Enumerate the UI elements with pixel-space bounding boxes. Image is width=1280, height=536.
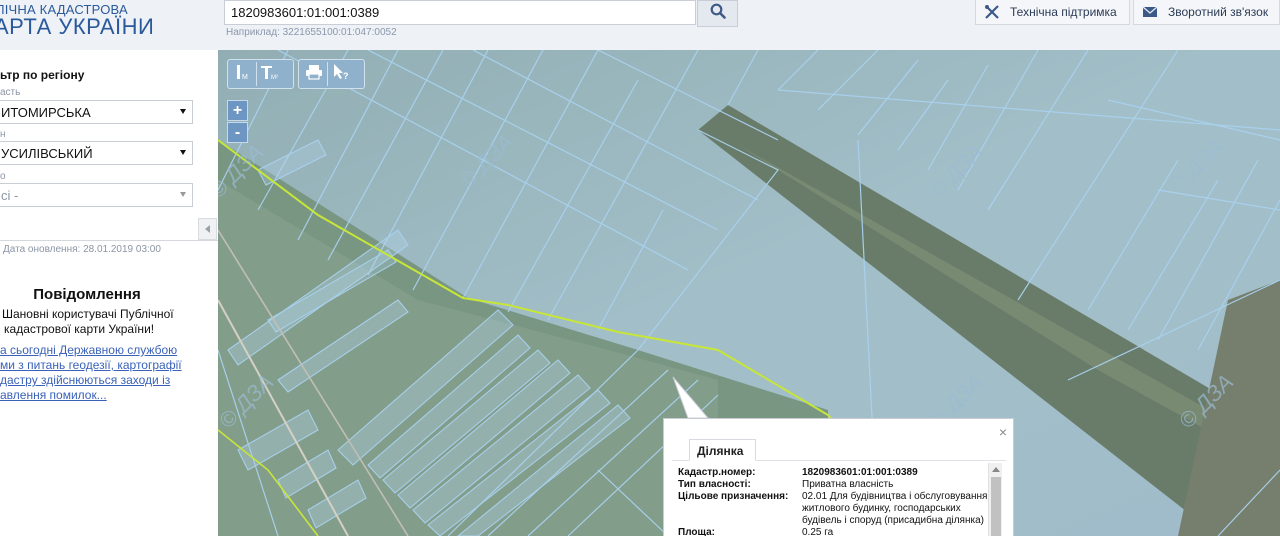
divider [0, 240, 218, 241]
rada-label: о [0, 171, 6, 182]
notice-title: Повідомлення [33, 286, 141, 303]
svg-text:M: M [242, 74, 248, 81]
detail-value: 02.01 Для будівництва і обслуговування ж… [802, 491, 988, 526]
notice-link-line: ми з питань геодезії, картографії [0, 358, 182, 372]
cadastral-search-input[interactable] [224, 0, 696, 25]
chevron-down-icon [180, 109, 186, 114]
tools-icon [984, 4, 1000, 20]
chevron-left-icon [204, 220, 211, 238]
tech-support-button[interactable]: Технічна підтримка [975, 0, 1130, 25]
tools-toolbar: ? [298, 59, 365, 89]
oblast-label: асть [0, 87, 21, 98]
search-icon [710, 3, 726, 24]
oblast-value: ИТОМИРСЬКА [1, 105, 91, 120]
detail-row: Площа: 0.25 га [678, 527, 994, 536]
print-button[interactable] [301, 62, 327, 86]
notice-text-line: кадастрової карти України! [4, 322, 155, 336]
detail-key: Площа: [678, 527, 715, 536]
collapse-sidebar-button[interactable] [198, 218, 217, 240]
detail-value: 0.25 га [802, 527, 834, 536]
detail-key: Цільове призначення: [678, 491, 789, 502]
identify-icon: ? [331, 63, 351, 86]
detail-row: Тип власності: Приватна власність [678, 479, 994, 491]
svg-text:M²: M² [271, 75, 278, 81]
notice-text-line: Шановні користувачі Публічної [2, 307, 174, 321]
close-icon[interactable]: × [999, 424, 1007, 440]
scroll-up-icon[interactable] [992, 467, 1000, 472]
detail-value: Приватна власність [802, 479, 894, 490]
feedback-label: Зворотний зв'язок [1168, 5, 1269, 19]
map-view[interactable]: © ДЗА © ДЗА © ДЗА © ДЗА © ДЗА © ДЗА © ДЗ… [218, 50, 1280, 536]
parcel-info-popup: × Ділянка Кадастр.номер: 1820983601:01:0… [663, 418, 1014, 536]
rada-select[interactable]: сі - [0, 183, 193, 207]
envelope-icon [1142, 6, 1158, 18]
zoom-out-button[interactable]: - [227, 122, 248, 143]
oblast-select[interactable]: ИТОМИРСЬКА [0, 100, 193, 124]
header: ЛІЧНА КАДАСТРОВА АРТА УКРАЇНИ Наприклад:… [0, 0, 1280, 50]
tech-support-label: Технічна підтримка [1010, 5, 1117, 19]
logo-title-main[interactable]: АРТА УКРАЇНИ [0, 14, 154, 40]
notice-link-line: дастру здійснюються заходи із [0, 373, 171, 387]
detail-key: Тип власності: [678, 479, 751, 490]
notice-link[interactable]: а сьогодні Державною службою ми з питань… [0, 343, 210, 403]
measure-toolbar: M M² [227, 59, 294, 89]
detail-row: Цільове призначення: 02.01 Для будівницт… [678, 491, 994, 527]
notice-link-line: авлення помилок... [0, 388, 107, 402]
popup-scrollbar[interactable] [988, 463, 1002, 536]
measure-area-icon: M² [260, 63, 280, 86]
tab-parcel[interactable]: Ділянка [689, 439, 756, 461]
parcel-details: Кадастр.номер: 1820983601:01:001:0389 Ти… [678, 467, 994, 536]
rayon-value: УСИЛІВСЬКИЙ [1, 146, 93, 161]
chevron-down-icon [180, 150, 186, 155]
region-filter-panel: ьтр по регіону асть ИТОМИРСЬКА н УСИЛІВС… [0, 50, 218, 240]
detail-value: 1820983601:01:001:0389 [802, 467, 918, 478]
update-date: Дата оновлення: 28.01.2019 03:00 [3, 244, 161, 255]
notice-link-line: а сьогодні Державною службою [0, 343, 178, 357]
svg-text:?: ? [343, 71, 349, 81]
search-example-hint: Наприклад: 3221655100:01:047:0052 [226, 27, 397, 38]
chevron-down-icon [180, 192, 186, 197]
measure-length-button[interactable]: M [230, 62, 256, 86]
notice-text: Шановні користувачі Публічної кадастрово… [0, 307, 214, 337]
rada-value: сі - [1, 188, 19, 203]
measure-length-icon: M [233, 63, 253, 86]
measure-area-button[interactable]: M² [256, 62, 282, 86]
rayon-label: н [0, 129, 6, 140]
region-filter-title: ьтр по регіону [0, 68, 85, 82]
print-icon [305, 64, 323, 85]
sidebar: ьтр по регіону асть ИТОМИРСЬКА н УСИЛІВС… [0, 50, 218, 536]
identify-button[interactable]: ? [327, 62, 353, 86]
rayon-select[interactable]: УСИЛІВСЬКИЙ [0, 141, 193, 165]
search-button[interactable] [697, 0, 738, 27]
feedback-button[interactable]: Зворотний зв'язок [1133, 0, 1280, 25]
cadastral-map-page: ЛІЧНА КАДАСТРОВА АРТА УКРАЇНИ Наприклад:… [0, 0, 1280, 536]
detail-row: Кадастр.номер: 1820983601:01:001:0389 [678, 467, 994, 479]
zoom-in-button[interactable]: + [227, 100, 248, 121]
scroll-thumb[interactable] [991, 477, 1001, 536]
detail-key: Кадастр.номер: [678, 467, 756, 478]
